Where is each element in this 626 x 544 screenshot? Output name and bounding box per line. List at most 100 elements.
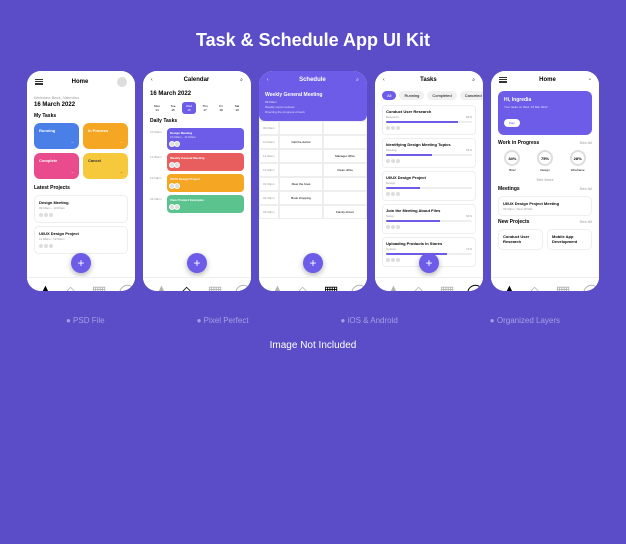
back-icon[interactable]: ‹	[267, 77, 269, 83]
section-daily-tasks: Daily Tasks	[150, 118, 244, 124]
nav-icon[interactable]: ◇	[529, 282, 535, 288]
bottom-nav[interactable]: ▲ ◇ ▦ ◯	[259, 277, 367, 291]
bottom-nav[interactable]: ▲ ◇ ▦ ◯	[491, 277, 599, 291]
project-item[interactable]: Design Meeting09:00am - 10:00am	[34, 195, 128, 223]
search-icon[interactable]: ⌕	[240, 77, 243, 83]
task-item[interactable]: Join the Meeting About FilesSetup63%	[382, 204, 476, 234]
nav-home-icon[interactable]: ▲	[38, 282, 44, 288]
nav-icon[interactable]: ▲	[386, 282, 392, 288]
task-item[interactable]: Conduct User ResearchResearch84%	[382, 105, 476, 135]
nav-icon[interactable]: ◯	[467, 282, 473, 288]
screen-title: Home	[539, 77, 556, 83]
schedule-cell[interactable]	[279, 149, 323, 163]
nav-icon[interactable]: ▦	[92, 282, 98, 288]
nav-icon[interactable]: ◯	[119, 282, 125, 288]
schedule-cell[interactable]: Book shopping	[279, 191, 323, 205]
avatar[interactable]	[117, 77, 127, 87]
schedule-cell[interactable]	[323, 121, 367, 135]
nav-icon[interactable]: ▦	[324, 282, 330, 288]
menu-icon[interactable]	[35, 79, 43, 85]
nav-icon[interactable]: ▦	[556, 282, 562, 288]
schedule-cell[interactable]	[279, 205, 323, 219]
bell-icon[interactable]: ◔	[588, 77, 591, 83]
day-cell[interactable]: Wed16	[182, 102, 196, 114]
schedule-cell[interactable]	[323, 177, 367, 191]
nav-icon[interactable]: ◇	[297, 282, 303, 288]
back-icon[interactable]: ‹	[383, 77, 385, 83]
screen-title: Tasks	[420, 77, 437, 83]
project-item[interactable]: UI/UX Design Project11:00am - 12:00pm	[34, 226, 128, 254]
screen-title: Schedule	[299, 77, 326, 83]
day-cell[interactable]: Mon14	[150, 102, 164, 114]
header: Home ◔	[491, 71, 599, 86]
search-icon[interactable]: ⌕	[356, 77, 359, 83]
day-cell[interactable]: Thu17	[198, 102, 212, 114]
nav-icon[interactable]: ◯	[583, 282, 589, 288]
meeting-item[interactable]: UI/UX Design Project Meeting 03:00pm, We…	[498, 196, 592, 216]
nav-icon[interactable]: ◇	[65, 282, 71, 288]
nav-icon[interactable]: ◯	[235, 282, 241, 288]
filter-pill[interactable]: Canceled	[460, 91, 483, 100]
day-cell[interactable]: Fri18	[214, 102, 228, 114]
time-label: 09:00am	[259, 121, 279, 135]
schedule-cell[interactable]	[323, 191, 367, 205]
header: ‹ Tasks ⌕	[375, 71, 483, 86]
plan-button[interactable]: Plan	[504, 119, 520, 127]
schedule-cell[interactable]: Call the doctor	[279, 135, 323, 149]
menu-icon[interactable]	[499, 77, 507, 83]
task-item[interactable]: UI/UX Design ProjectDesign	[382, 171, 476, 201]
back-icon[interactable]: ‹	[151, 77, 153, 83]
progress-circle: 28%Wireframe	[563, 150, 592, 172]
nav-icon[interactable]: ▦	[208, 282, 214, 288]
bottom-nav[interactable]: ▲ ◇ ▦ ◯	[27, 277, 135, 291]
schedule-cell[interactable]	[279, 121, 323, 135]
add-button[interactable]: +	[71, 253, 91, 273]
timeline-task[interactable]: View Product Examples	[167, 195, 244, 213]
nav-icon[interactable]: ◇	[181, 282, 187, 288]
time-label: 10:00am	[259, 135, 279, 149]
feature-item: Organized Layers	[490, 316, 560, 325]
schedule-cell[interactable]	[279, 163, 323, 177]
timeline-task[interactable]: UI/UX Design Project	[167, 174, 244, 192]
time-label: 01:00pm	[259, 177, 279, 191]
task-card[interactable]: Complete→	[34, 153, 79, 179]
filter-pill[interactable]: Completed	[427, 91, 456, 100]
filter-pill[interactable]: Running	[399, 91, 424, 100]
feature-item: Pixel Perfect	[197, 316, 249, 325]
bottom-nav[interactable]: ▲ ◇ ▦ ◯	[375, 277, 483, 291]
day-cell[interactable]: Sat19	[230, 102, 244, 114]
task-card[interactable]: Cancel→	[83, 153, 128, 179]
day-cell[interactable]: Tue15	[166, 102, 180, 114]
schedule-cell[interactable]: Family dinner	[323, 205, 367, 219]
nav-icon[interactable]: ◇	[413, 282, 419, 288]
task-item[interactable]: Identifying Design Meeting TopicsMeeting…	[382, 138, 476, 168]
timeline-task[interactable]: Weekly General Meeting	[167, 153, 244, 171]
section-meetings: MeetingsSee All	[498, 186, 592, 192]
nav-icon[interactable]: ▲	[270, 282, 276, 288]
schedule-cell[interactable]: Meet the boss	[279, 177, 323, 191]
add-button[interactable]: +	[187, 253, 207, 273]
phones-row: Home Welcome Back, Valentino 16 March 20…	[27, 71, 599, 291]
bottom-nav[interactable]: ▲ ◇ ▦ ◯	[143, 277, 251, 291]
nav-icon[interactable]: ▲	[502, 282, 508, 288]
schedule-cell[interactable]	[323, 135, 367, 149]
new-project-card[interactable]: Mobile App Development	[547, 229, 592, 250]
phone-calendar: ‹ Calendar ⌕ 16 March 2022 Mon14Tue15Wed…	[143, 71, 251, 291]
features-row: PSD FilePixel PerfectiOS & AndroidOrgani…	[20, 316, 606, 325]
task-card[interactable]: Running→	[34, 123, 79, 149]
add-button[interactable]: +	[303, 253, 323, 273]
phone-profile: Home ◔ Hi, Ingredia Your tasks on Wed, 1…	[491, 71, 599, 291]
new-project-card[interactable]: Conduct User Research	[498, 229, 543, 250]
time-label: 11:00am	[259, 149, 279, 163]
nav-icon[interactable]: ▲	[154, 282, 160, 288]
schedule-cell[interactable]: Manager office	[323, 149, 367, 163]
search-icon[interactable]: ⌕	[472, 77, 475, 83]
task-card[interactable]: In Process→	[83, 123, 128, 149]
timeline-task[interactable]: Design Meeting10:00am - 11:00am	[167, 128, 244, 150]
see-more-link[interactable]: See More	[536, 177, 553, 182]
filter-pill[interactable]: All	[382, 91, 396, 100]
schedule-cell[interactable]: Clean office	[323, 163, 367, 177]
add-button[interactable]: +	[419, 253, 439, 273]
nav-icon[interactable]: ▦	[440, 282, 446, 288]
nav-icon[interactable]: ◯	[351, 282, 357, 288]
